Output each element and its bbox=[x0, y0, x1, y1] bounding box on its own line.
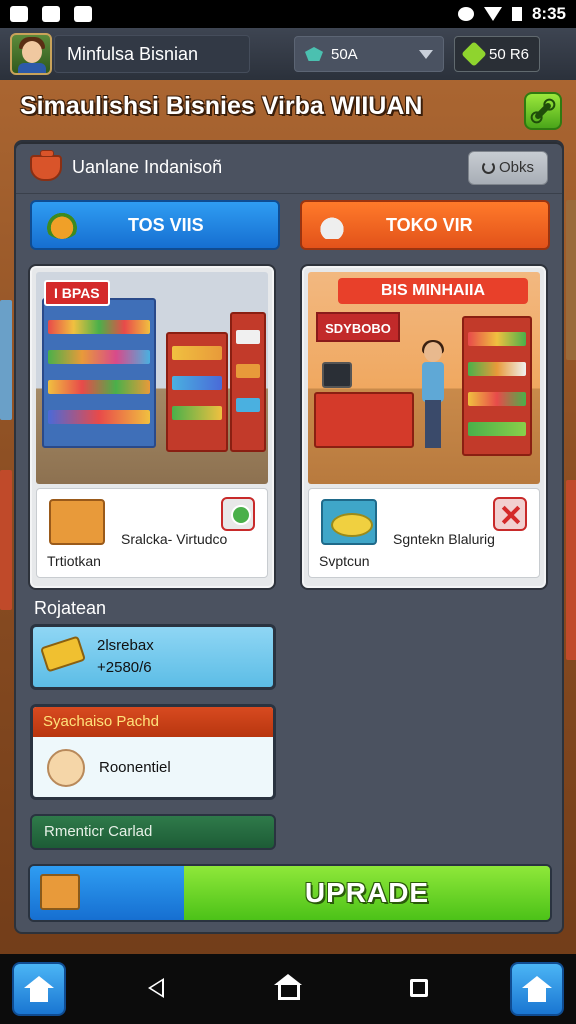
store-card-physical[interactable]: I BPAS Sralcka- Virtudco Trtiotkan bbox=[30, 266, 274, 588]
money-counter[interactable]: 50 R6 bbox=[454, 36, 540, 72]
box-icon bbox=[49, 499, 105, 545]
deal-header: Syachaiso Pachd bbox=[33, 707, 273, 737]
upgrade-bar: UPRADE bbox=[28, 864, 552, 922]
side-shelf-right bbox=[566, 200, 576, 360]
status-left bbox=[10, 6, 92, 22]
check-badge-icon bbox=[221, 497, 255, 531]
counter-sign: SDYBOBO bbox=[316, 312, 400, 342]
alarm-icon bbox=[457, 7, 474, 21]
store-illustration: BIS MINHAIIA SDYBOBO bbox=[308, 272, 540, 484]
deal-card[interactable]: Syachaiso Pachd Roonentiel bbox=[30, 704, 276, 800]
currency-dropdown[interactable]: 50A bbox=[294, 36, 444, 72]
store-info: Sralcka- Virtudco Trtiotkan bbox=[36, 488, 268, 578]
secondary-button[interactable]: Rmenticr Carlad bbox=[30, 814, 276, 850]
back-icon[interactable] bbox=[148, 978, 164, 998]
center-shelf bbox=[166, 332, 228, 452]
shopkeeper bbox=[422, 340, 444, 452]
deal-text: Roonentiel bbox=[99, 759, 171, 776]
status-bar: 8:35 bbox=[0, 0, 576, 28]
store-info-main: Sgntekn Blalurig bbox=[393, 531, 495, 547]
product-shelf bbox=[462, 316, 532, 456]
refresh-icon bbox=[481, 161, 495, 174]
right-shelf bbox=[230, 312, 266, 452]
home-icon bbox=[522, 976, 552, 1002]
battery-icon bbox=[511, 7, 522, 21]
side-shelf-left bbox=[0, 300, 12, 420]
nav-bar bbox=[0, 954, 576, 1024]
store-sign: I BPAS bbox=[44, 280, 110, 306]
income-stat[interactable]: 2lsrebax +2580/6 bbox=[30, 624, 276, 690]
photo-icon bbox=[10, 6, 28, 22]
section-label: Rojatean bbox=[34, 598, 107, 618]
gesture-icon bbox=[74, 6, 92, 22]
store-info-sub: Trtiotkan bbox=[47, 553, 101, 569]
store-card-virtual[interactable]: BIS MINHAIIA SDYBOBO Sgntekn Blalurig Sv… bbox=[302, 266, 546, 588]
food-tab-icon bbox=[44, 211, 80, 239]
status-time: 8:35 bbox=[531, 4, 566, 23]
box-icon bbox=[40, 874, 80, 910]
player-name[interactable]: Minfulsa Bisnian bbox=[54, 35, 250, 73]
refresh-label: Obks bbox=[498, 159, 534, 176]
tab-toko-fisik[interactable]: TOS VIIS bbox=[30, 200, 280, 250]
top-bar: Minfulsa Bisnian 50A 50 R6 bbox=[0, 28, 576, 80]
home-icon bbox=[24, 976, 54, 1002]
system-home-icon[interactable] bbox=[274, 974, 302, 1000]
close-badge-icon bbox=[493, 497, 527, 531]
store-illustration: I BPAS bbox=[36, 272, 268, 484]
game-title: Simaulishsi Bisnies Virba WIIUAN bbox=[20, 92, 423, 120]
store-info-sub: Svptcun bbox=[319, 553, 370, 569]
stat-name: 2lsrebax bbox=[97, 637, 154, 654]
home-button-left[interactable] bbox=[12, 962, 66, 1016]
gem-icon bbox=[305, 47, 323, 61]
refresh-button[interactable]: Obks bbox=[468, 150, 548, 185]
tab-label: TOS VIIS bbox=[128, 214, 204, 235]
recent-apps-icon[interactable] bbox=[410, 979, 428, 997]
chick-icon bbox=[47, 749, 85, 787]
panel-title: Uanlane Indanisoñ bbox=[72, 157, 223, 177]
upgrade-button[interactable]: UPRADE bbox=[184, 866, 550, 920]
chevron-down-icon bbox=[419, 49, 433, 59]
food-icon bbox=[321, 499, 377, 545]
bowl-tab-icon bbox=[314, 211, 350, 239]
store-info: Sgntekn Blalurig Svptcun bbox=[308, 488, 540, 578]
register bbox=[322, 362, 352, 388]
store-banner: BIS MINHAIIA bbox=[338, 278, 528, 304]
wrench-icon bbox=[533, 101, 553, 121]
status-right: 8:35 bbox=[457, 4, 566, 24]
ticket-icon bbox=[39, 635, 87, 673]
avatar[interactable] bbox=[10, 33, 52, 75]
settings-button[interactable] bbox=[524, 92, 562, 130]
pot-icon bbox=[30, 149, 62, 181]
counter bbox=[314, 392, 414, 448]
money-label: 50 R6 bbox=[488, 45, 530, 63]
panel-header: Uanlane Indanisoñ Obks bbox=[16, 142, 562, 194]
tab-toko-virtual[interactable]: TOKO VIR bbox=[300, 200, 550, 250]
lock-icon bbox=[42, 6, 60, 22]
tab-label: TOKO VIR bbox=[386, 214, 473, 235]
currency-label: 50A bbox=[331, 45, 358, 63]
money-icon bbox=[461, 41, 487, 67]
side-shelf-left-2 bbox=[0, 470, 12, 610]
home-button-right[interactable] bbox=[510, 962, 564, 1016]
stat-value: +2580/6 bbox=[97, 659, 152, 676]
store-info-main: Sralcka- Virtudco bbox=[121, 531, 228, 547]
upgrade-icon-area[interactable] bbox=[30, 866, 184, 920]
side-shelf-right-2 bbox=[566, 480, 576, 660]
wifi-icon bbox=[483, 7, 502, 21]
fridge-shelf bbox=[42, 298, 156, 448]
main-panel: Uanlane Indanisoñ Obks TOS VIIS TOKO VIR bbox=[14, 140, 564, 934]
